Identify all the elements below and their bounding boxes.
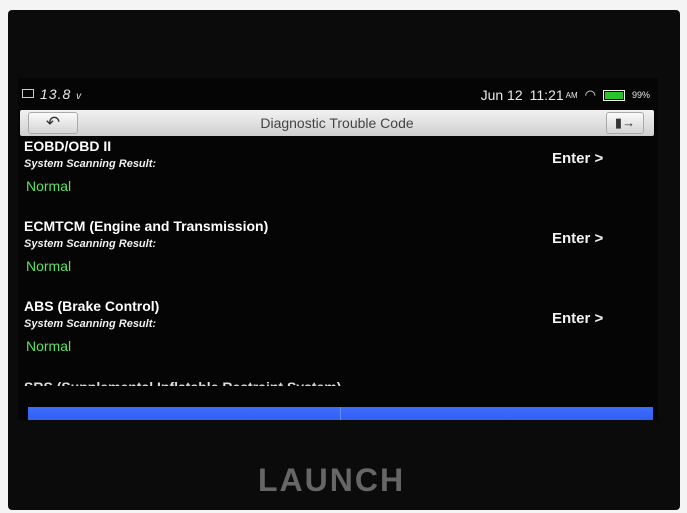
report-button[interactable]: Report	[341, 407, 653, 420]
action-bar: Clear Code Report	[28, 407, 653, 420]
status-right: Jun 12 11:21 AM ◠ 99%	[481, 87, 650, 103]
exit-icon: ▮→	[614, 115, 636, 130]
system-name: ECMTCM (Engine and Transmission)	[24, 218, 269, 234]
enter-button[interactable]: Enter >	[552, 310, 603, 327]
list-item[interactable]: ECMTCM (Engine and Transmission) System …	[18, 216, 658, 296]
status-date: Jun 12	[480, 87, 523, 103]
battery-icon	[602, 89, 625, 101]
system-subtitle: System Scanning Result:	[24, 158, 157, 170]
system-status: Normal	[26, 338, 72, 354]
status-time: 11:21	[529, 87, 564, 103]
list-item[interactable]: ABS (Brake Control) System Scanning Resu…	[18, 296, 658, 376]
system-status: Normal	[26, 178, 72, 194]
system-status: Normal	[26, 258, 72, 274]
system-subtitle: System Scanning Result:	[24, 318, 157, 330]
system-subtitle: System Scanning Result:	[24, 238, 157, 250]
enter-button[interactable]: Enter >	[552, 150, 603, 167]
list-item-partial[interactable]: SRS (Supplemental Inflatable Restraint S…	[24, 379, 341, 386]
system-name: ABS (Brake Control)	[24, 298, 160, 314]
device-screen: 13.8 v Jun 12 11:21 AM ◠ 99% ↶ Diagnosti…	[18, 78, 658, 420]
status-bar: 13.8 v Jun 12 11:21 AM ◠ 99%	[18, 78, 658, 108]
exit-button[interactable]: ▮→	[606, 112, 644, 134]
system-name: EOBD/OBD II	[24, 138, 112, 154]
list-item[interactable]: EOBD/OBD II System Scanning Result: Norm…	[18, 136, 658, 216]
enter-button[interactable]: Enter >	[552, 230, 603, 247]
status-ampm: AM	[565, 90, 578, 100]
clear-code-button[interactable]: Clear Code	[28, 407, 341, 420]
title-bar: ↶ Diagnostic Trouble Code ▮→	[20, 110, 654, 136]
voltage-readout: 13.8 v	[40, 86, 83, 102]
wifi-icon: ◠	[584, 87, 596, 102]
brand-logo: LAUNCH	[258, 462, 406, 498]
page-title: Diagnostic Trouble Code	[260, 115, 414, 131]
vehicle-battery-icon	[22, 89, 34, 98]
battery-percent: 99%	[631, 90, 650, 100]
